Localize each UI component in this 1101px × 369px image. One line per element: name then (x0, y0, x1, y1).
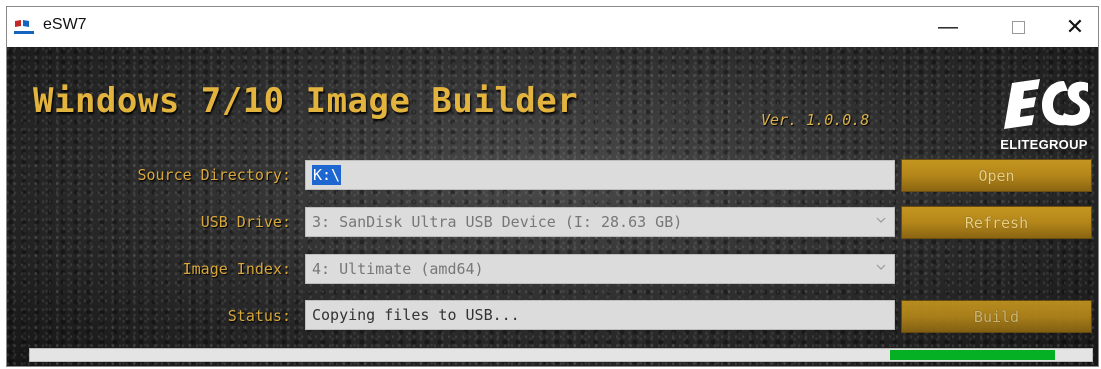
refresh-button[interactable]: Refresh (901, 206, 1092, 239)
minimize-icon: — (938, 15, 958, 38)
version-label: Ver. 1.0.0.8 (761, 111, 870, 129)
ecs-logo-icon (1004, 79, 1090, 129)
usb-drive-label: USB Drive: (200, 213, 291, 231)
progress-fill (890, 350, 1055, 360)
progress-bar (29, 348, 1093, 362)
chevron-down-icon (876, 264, 886, 270)
source-directory-label: Source Directory: (137, 166, 291, 184)
chevron-down-icon (876, 217, 886, 223)
open-button[interactable]: Open (901, 159, 1092, 192)
minimize-button[interactable]: — (925, 7, 971, 47)
app-window: eSW7 — ✕ Windows 7/10 Image Builder Ver.… (6, 6, 1099, 367)
app-title: Windows 7/10 Image Builder (33, 81, 579, 121)
close-button[interactable]: ✕ (1052, 7, 1098, 47)
ecs-flag-icon (13, 18, 35, 34)
main-panel: Windows 7/10 Image Builder Ver. 1.0.0.8 … (7, 47, 1098, 366)
maximize-button[interactable] (995, 7, 1041, 47)
maximize-icon (1011, 20, 1025, 34)
image-index-value: 4: Ultimate (amd64) (312, 260, 484, 278)
usb-drive-select[interactable]: 3: SanDisk Ultra USB Device (I: 28.63 GB… (305, 207, 895, 237)
close-icon: ✕ (1065, 14, 1085, 39)
window-title: eSW7 (43, 16, 87, 33)
brand: ELITEGROUP (992, 75, 1096, 152)
status-field: Copying files to USB... (305, 300, 895, 330)
source-directory-value: K:\ (312, 165, 342, 185)
status-label: Status: (227, 307, 291, 325)
image-index-select[interactable]: 4: Ultimate (amd64) (305, 254, 895, 284)
usb-drive-value: 3: SanDisk Ultra USB Device (I: 28.63 GB… (312, 213, 683, 231)
brand-name: ELITEGROUP (1000, 137, 1088, 152)
title-bar: eSW7 — ✕ (7, 7, 1098, 47)
status-value: Copying files to USB... (312, 306, 520, 324)
source-directory-input[interactable]: K:\ (305, 160, 895, 190)
build-button[interactable]: Build (901, 300, 1092, 333)
image-index-label: Image Index: (182, 260, 291, 278)
